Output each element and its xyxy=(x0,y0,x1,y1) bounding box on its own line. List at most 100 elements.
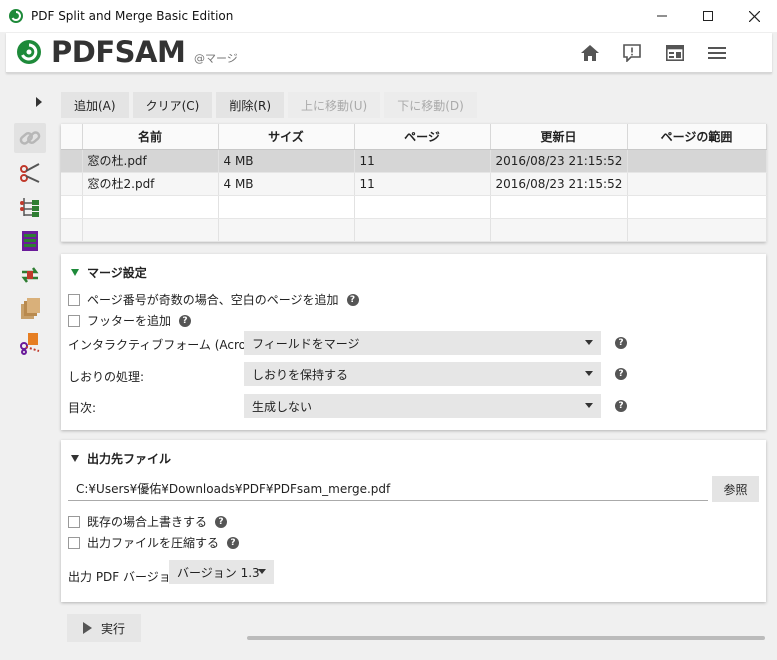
overwrite-option[interactable]: 既存の場合上書きする ? xyxy=(68,513,228,530)
minimize-button[interactable] xyxy=(639,0,685,32)
pdf-version-value: バージョン 1.3 xyxy=(177,565,260,580)
help-icon[interactable]: ? xyxy=(615,368,627,380)
cell-name: 窓の杜.pdf xyxy=(82,149,219,173)
cell-size: 4 MB xyxy=(218,149,355,173)
window-title: PDF Split and Merge Basic Edition xyxy=(31,9,234,23)
move-down-button[interactable]: 下に移動(D) xyxy=(384,92,477,118)
cell-page-range[interactable] xyxy=(627,149,767,173)
column-header-size[interactable]: サイズ xyxy=(218,124,355,150)
clear-button[interactable]: クリア(C) xyxy=(132,92,213,118)
tool-split-by-bookmarks[interactable] xyxy=(14,192,46,222)
help-icon[interactable]: ? xyxy=(615,337,627,349)
menu-icon xyxy=(708,47,726,59)
bookmarks-value: しおりを保持する xyxy=(252,367,349,382)
blank-page-option[interactable]: ページ番号が奇数の場合、空白のページを追加 ? xyxy=(68,291,359,308)
acroforms-select[interactable]: フィールドをマージ xyxy=(244,331,601,355)
cell-modified: 2016/08/23 21:15:52 xyxy=(490,172,628,196)
column-header-index xyxy=(61,124,83,150)
pdfsam-logo-icon xyxy=(17,40,41,64)
cell-name: 窓の杜2.pdf xyxy=(82,172,219,196)
bookmarks-select[interactable]: しおりを保持する xyxy=(244,362,601,386)
pdf-version-select[interactable]: バージョン 1.3 xyxy=(169,560,274,584)
empty-row xyxy=(61,218,767,242)
tool-split-by-size[interactable] xyxy=(14,328,46,358)
row-index xyxy=(61,149,83,173)
chevron-down-icon xyxy=(585,403,593,408)
output-title: 出力先ファイル xyxy=(87,452,172,466)
footer-checkbox[interactable] xyxy=(68,314,80,327)
progress-bar xyxy=(247,636,765,640)
sidebar-expand-icon[interactable] xyxy=(34,97,44,107)
tool-rotate[interactable] xyxy=(14,260,46,290)
bookmarks-label: しおりの処理: xyxy=(68,370,145,384)
tool-extract[interactable] xyxy=(14,294,46,324)
news-icon xyxy=(666,45,684,61)
help-icon[interactable]: ? xyxy=(227,536,240,549)
home-icon xyxy=(581,45,599,61)
cell-page-range[interactable] xyxy=(627,172,767,196)
toc-value: 生成しない xyxy=(252,399,313,414)
toc-label: 目次: xyxy=(68,401,97,415)
collapse-icon xyxy=(71,269,79,276)
close-button[interactable] xyxy=(731,0,777,32)
table-row[interactable]: 窓の杜.pdf 4 MB 11 2016/08/23 21:15:52 xyxy=(61,149,767,173)
help-icon[interactable]: ? xyxy=(615,400,627,412)
column-header-modified[interactable]: 更新日 xyxy=(490,124,628,150)
help-icon[interactable]: ? xyxy=(215,515,228,528)
overwrite-checkbox[interactable] xyxy=(68,515,80,528)
compress-label: 出力ファイルを圧縮する xyxy=(87,536,220,550)
rotate-icon xyxy=(21,267,39,283)
maximize-button[interactable] xyxy=(685,0,731,32)
output-panel: 出力先ファイル C:¥Users¥優佑¥Downloads¥PDF¥PDFsam… xyxy=(61,440,766,602)
feedback-button[interactable] xyxy=(621,42,643,64)
extract-icon xyxy=(21,298,40,319)
browse-button[interactable]: 参照 xyxy=(712,476,759,502)
split-by-size-icon xyxy=(20,333,40,355)
feedback-icon xyxy=(623,44,641,62)
bookmarks-split-icon xyxy=(20,198,39,217)
run-button[interactable]: 実行 xyxy=(67,614,141,642)
remove-button[interactable]: 削除(R) xyxy=(216,92,285,118)
help-icon[interactable]: ? xyxy=(179,314,192,327)
add-button[interactable]: 追加(A) xyxy=(61,92,129,118)
tool-merge[interactable] xyxy=(14,123,46,153)
cell-size: 4 MB xyxy=(218,172,355,196)
cell-pages: 11 xyxy=(354,149,491,173)
chevron-down-icon xyxy=(585,340,593,345)
tool-split[interactable] xyxy=(14,158,46,188)
row-index xyxy=(61,172,83,196)
acroforms-value: フィールドをマージ xyxy=(252,336,360,351)
move-up-button[interactable]: 上に移動(U) xyxy=(288,92,381,118)
compress-option[interactable]: 出力ファイルを圧縮する ? xyxy=(68,534,240,551)
column-header-name[interactable]: 名前 xyxy=(82,124,219,150)
module-label: @マージ xyxy=(194,52,238,65)
merge-icon xyxy=(19,131,41,145)
overwrite-label: 既存の場合上書きする xyxy=(87,515,208,529)
footer-label: フッターを追加 xyxy=(87,314,172,328)
output-header[interactable]: 出力先ファイル xyxy=(71,450,171,467)
home-button[interactable] xyxy=(579,42,601,64)
chevron-down-icon xyxy=(585,371,593,376)
menu-button[interactable] xyxy=(706,42,728,64)
close-icon xyxy=(748,10,760,22)
table-row[interactable]: 窓の杜2.pdf 4 MB 11 2016/08/23 21:15:52 xyxy=(61,172,767,196)
footer-option[interactable]: フッターを追加 ? xyxy=(68,312,192,329)
merge-settings-header[interactable]: マージ設定 xyxy=(71,264,147,281)
merge-settings-panel: マージ設定 ページ番号が奇数の場合、空白のページを追加 ? フッターを追加 ? … xyxy=(61,254,766,430)
compress-checkbox[interactable] xyxy=(68,536,80,549)
minimize-icon xyxy=(657,15,667,17)
collapse-icon xyxy=(71,455,79,462)
alternate-mix-icon xyxy=(22,231,38,251)
help-icon[interactable]: ? xyxy=(346,293,359,306)
toc-select[interactable]: 生成しない xyxy=(244,394,601,418)
output-path-input[interactable]: C:¥Users¥優佑¥Downloads¥PDF¥PDFsam_merge.p… xyxy=(68,477,708,501)
chevron-down-icon xyxy=(258,569,266,574)
column-header-page-range[interactable]: ページの範囲 xyxy=(627,124,767,150)
news-button[interactable] xyxy=(664,42,686,64)
column-header-pages[interactable]: ページ xyxy=(354,124,491,150)
blank-page-label: ページ番号が奇数の場合、空白のページを追加 xyxy=(87,293,339,307)
merge-settings-title: マージ設定 xyxy=(87,266,147,280)
tool-alternate-mix[interactable] xyxy=(14,226,46,256)
cell-pages: 11 xyxy=(354,172,491,196)
blank-page-checkbox[interactable] xyxy=(68,293,80,306)
